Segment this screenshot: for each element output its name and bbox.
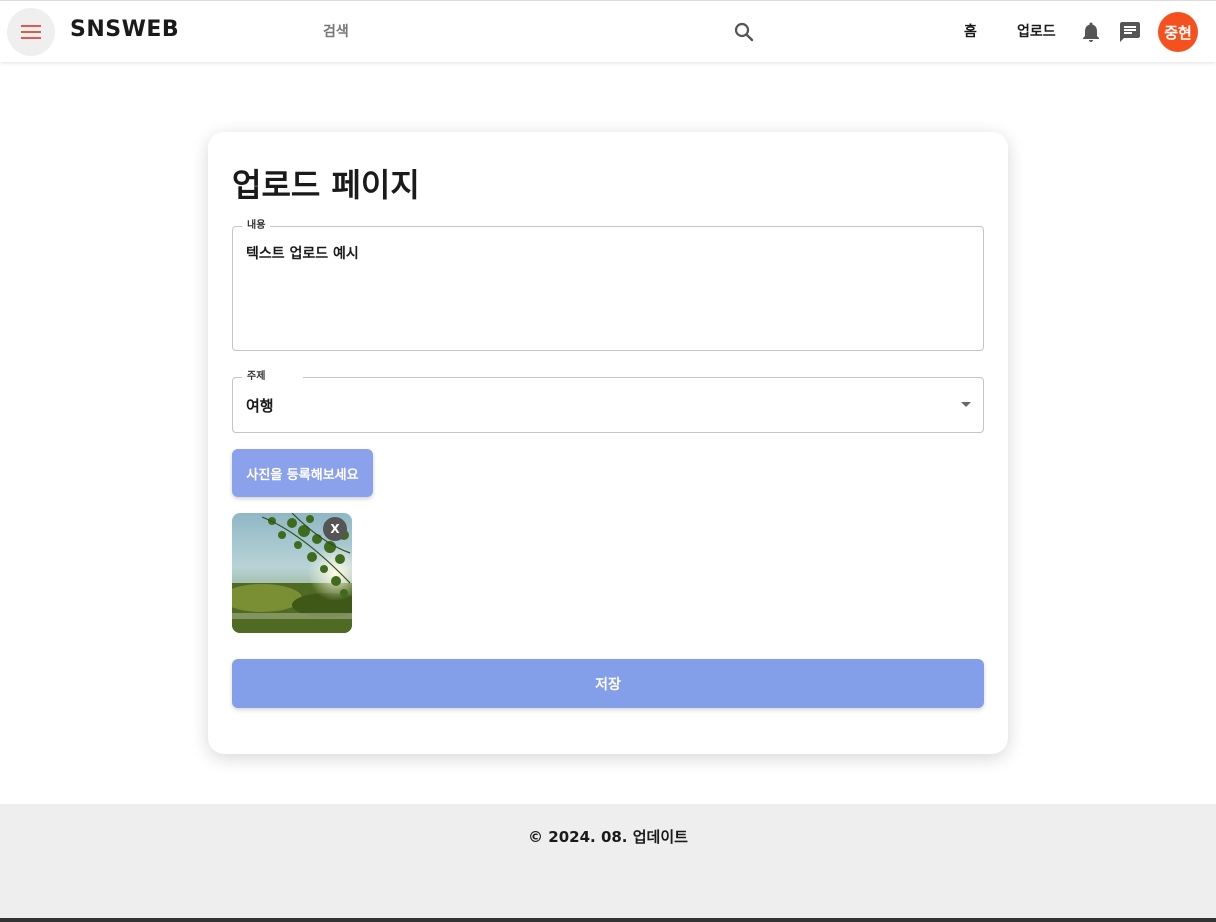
menu-button[interactable] xyxy=(7,8,55,56)
dropdown-caret-icon[interactable] xyxy=(961,402,971,407)
topic-select-value[interactable]: 여행 xyxy=(246,395,274,416)
brand-logo[interactable]: SNSWEB xyxy=(70,17,179,42)
chat-icon[interactable] xyxy=(1118,20,1142,44)
upload-card: 업로드 페이지 내용 텍스트 업로드 예시 주제 여행 사진을 등록해보세요 X… xyxy=(208,132,1008,754)
content-textarea[interactable]: 텍스트 업로드 예시 xyxy=(246,243,359,263)
footer: © 2024. 08. 업데이트 xyxy=(0,804,1216,918)
topic-field-label: 주제 xyxy=(242,369,304,385)
search-input[interactable] xyxy=(320,13,720,49)
topic-select[interactable]: 주제 여행 xyxy=(232,369,984,433)
remove-photo-button[interactable]: X xyxy=(323,517,347,541)
add-photo-button[interactable]: 사진을 등록해보세요 xyxy=(232,449,373,497)
save-button[interactable]: 저장 xyxy=(232,659,984,708)
top-app-bar: SNSWEB 검색 홈 업로드 중현 xyxy=(0,0,1216,62)
footer-text: © 2024. 08. 업데이트 xyxy=(528,828,688,846)
bottom-edge-divider xyxy=(0,918,1216,922)
bell-icon[interactable] xyxy=(1079,20,1103,44)
menu-icon xyxy=(21,25,41,39)
nav-upload-link[interactable]: 업로드 xyxy=(1017,21,1056,41)
search-icon[interactable] xyxy=(732,20,756,44)
content-field[interactable]: 내용 텍스트 업로드 예시 xyxy=(232,218,984,351)
content-field-label: 내용 xyxy=(242,218,271,234)
nav-home-link[interactable]: 홈 xyxy=(964,21,977,41)
page-title: 업로드 페이지 xyxy=(232,166,420,204)
avatar[interactable]: 중현 xyxy=(1158,12,1198,52)
